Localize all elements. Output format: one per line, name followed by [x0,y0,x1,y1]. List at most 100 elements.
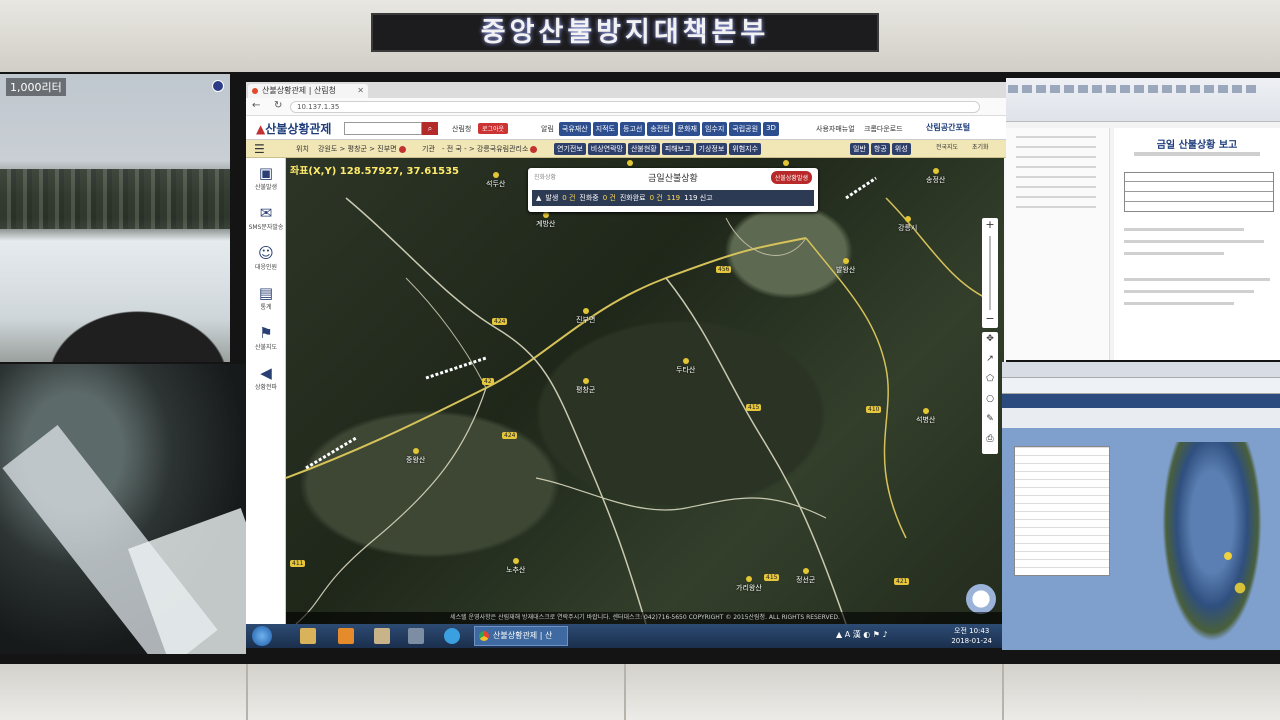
network-icon[interactable] [408,628,424,644]
compass-icon[interactable] [966,584,996,614]
chart-icon: ▤ [258,284,274,302]
pan-icon[interactable]: ✥ [982,334,998,344]
portal-link[interactable]: 산림공간포털 [926,122,970,133]
print-icon[interactable]: ⎙ [982,434,998,444]
chrome-download-link[interactable]: 크롬다운로드 [864,124,903,134]
status-label: 발생 [545,194,559,202]
media-player-icon[interactable] [338,628,354,644]
sidebar-item-stats[interactable]: ▤ 통계 [246,282,286,322]
status-label: 119 신고 [684,194,713,202]
nav-item[interactable]: 송전탑 [647,122,673,136]
sub-navigation: 연기전보 비상연락망 산불현황 피해보고 기상정보 위험지수 [554,143,762,155]
subnav-item[interactable]: 위험지수 [729,143,762,155]
zoom-slider[interactable] [989,236,991,310]
draw-icon[interactable]: ✎ [982,414,998,424]
zoom-in-icon[interactable]: + [982,218,998,231]
speaker-icon: ◀ [260,364,272,382]
location-select[interactable]: 강원도 > 평창군 > 진부면 [318,144,406,154]
sidebar-item-sms[interactable]: ✉ SMS문자발송 [246,202,286,242]
explorer-icon[interactable] [374,628,390,644]
fire-occurrence-button[interactable]: 산불상황발생 [770,171,812,184]
document-page[interactable]: 금일 산불상황 보고 [1114,128,1280,360]
url-input[interactable]: 10.137.1.35 [290,101,980,113]
nav-item[interactable]: 등고선 [619,122,646,136]
agency-logo-icon [212,80,224,92]
report-document-window: 금일 산불상황 보고 [1006,78,1280,360]
nav-item[interactable]: 국립공원 [729,122,762,136]
subnav-item[interactable]: 연기전보 [554,143,586,155]
today-fire-panel: 진화상황 금일산불상황 산불상황발생 ▲ 발생 0 건 진화중 0 건 진화완료… [528,168,818,212]
search-input[interactable] [344,122,422,135]
road-number: 424 [492,318,508,325]
ie-icon[interactable] [444,628,460,644]
back-arrow-icon[interactable]: ← [252,100,260,111]
search-icon[interactable]: ⌕ [422,122,438,135]
browser-titlebar [1002,362,1280,378]
sidebar-item-staff[interactable]: ☺ 대응인원 [246,242,286,282]
national-map-button[interactable]: 전국지도 [936,142,958,151]
report-title: 금일 산불상황 보고 [1156,140,1238,151]
satellite-map[interactable]: 좌표(X,Y) 128.57927, 37.61535 석두산 계방산 오대산 … [286,158,1004,624]
sidebar-item-fire[interactable]: ▣ 산불발생 [246,162,286,202]
nav-item[interactable]: 임수지 [701,122,728,136]
base-select[interactable]: - 전 국 - > 강릉국유림관리소 [442,144,538,154]
system-tray[interactable]: ▲ A 漢 ◐ ⚑ ♪ [836,629,888,640]
location-toolbar: ☰ 위치 강원도 > 평창군 > 진부면 기관 - 전 국 - > 강릉국유림관… [246,140,1006,158]
chrome-taskbar-item[interactable]: 산불상황관제 | 산 [474,626,568,646]
map-place: 진부면 [576,308,595,325]
measure-distance-icon[interactable]: ↗ [982,354,998,364]
copyright-bar: 세스텔 운영사항은 산림재해 방재대스크로 연락주시기 바랍니다. 센터대스크:… [286,612,1004,624]
map-mode-item[interactable]: 일반 [850,143,869,155]
menu-icon[interactable]: ☰ [254,142,265,156]
measure-area-icon[interactable]: ⬠ [982,374,998,384]
wall-seam [624,660,626,720]
map-mode-item[interactable]: 항공 [870,143,890,155]
nav-item[interactable]: 국유재산 [558,122,591,136]
subnav-item[interactable]: 산불현황 [627,143,660,155]
tab-title: 산불상황관제 | 산림청 [262,86,337,95]
nav-item[interactable]: 알림 [538,122,557,136]
zoom-out-icon[interactable]: − [982,312,998,325]
reload-icon[interactable]: ↻ [274,100,282,111]
manual-link[interactable]: 사용자매뉴얼 [816,124,855,134]
map-place: 강릉시 [898,216,917,233]
zoom-control: + − [982,218,998,328]
start-button[interactable] [252,626,272,646]
coordinate-readout: 좌표(X,Y) 128.57927, 37.61535 [290,166,460,177]
close-icon[interactable]: ✕ [357,84,364,98]
status-label: 진화중 [579,194,599,202]
nav-item[interactable]: 문화재 [674,122,700,136]
road-number: 421 [894,578,910,585]
logout-button[interactable]: 로그아웃 [478,123,509,134]
address-bar: ← ↻ 10.137.1.35 [246,98,1006,116]
sidebar-item-broadcast[interactable]: ◀ 상황전파 [246,362,286,402]
word-ribbon[interactable] [1006,78,1280,122]
map-place: 계방산 [536,212,555,229]
browser-address[interactable] [1002,378,1280,394]
subnav-item[interactable]: 기상정보 [695,143,728,155]
browser-tabbar: 산불상황관제 | 산림청 ✕ [246,82,1006,98]
forest-treeline [0,169,230,229]
nav-item[interactable]: 지적도 [592,122,618,136]
site-logo[interactable]: ▲산불상황관제 [256,120,331,137]
document-outline [1006,128,1110,360]
circle-icon[interactable]: ○ [982,394,998,404]
road-number: 424 [502,432,518,439]
status-count: 0 건 [602,194,616,202]
camera-feed-top: 1,000리터 [0,74,230,362]
folder-icon[interactable] [300,628,316,644]
subnav-item[interactable]: 비상연락망 [587,143,626,155]
taskbar-clock[interactable]: 오전 10:43 2018-01-24 [951,626,992,646]
map-mode-item[interactable]: 위성 [891,143,911,155]
map-place: 가리왕산 [736,576,762,593]
browser-tab[interactable]: 산불상황관제 | 산림청 ✕ [248,84,368,98]
site-header: ▲산불상황관제 ⌕ 산림청 로그아웃 알림 국유재산 지적도 등고선 송전탑 문… [246,116,1006,140]
nav-item[interactable]: 3D [763,122,779,136]
map-place: 정선군 [796,568,815,585]
led-ticker: 중앙산불방지대책본부 [371,13,879,52]
reset-button[interactable]: 초기화 [972,142,989,151]
subnav-item[interactable]: 피해보고 [661,143,694,155]
site-nav-strip[interactable] [1002,394,1280,408]
sms-icon: ✉ [259,204,273,222]
sidebar-item-map[interactable]: ⚑ 산불지도 [246,322,286,362]
